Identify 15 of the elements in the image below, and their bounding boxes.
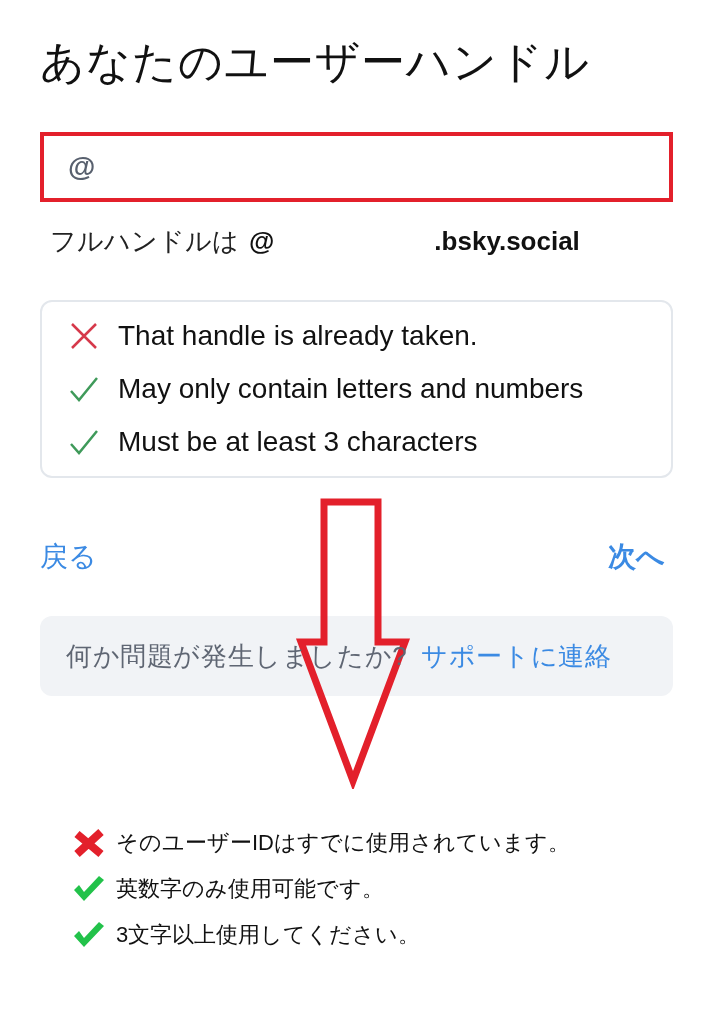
domain-suffix: .bsky.social <box>434 225 580 257</box>
contact-support-link[interactable]: サポートに連絡 <box>421 638 612 674</box>
note-text: そのユーザーIDはすでに使用されています。 <box>116 829 570 857</box>
next-link[interactable]: 次へ <box>608 538 665 576</box>
rule-text: May only contain letters and numbers <box>118 372 584 406</box>
rule-text: Must be at least 3 characters <box>118 425 478 459</box>
rule-text: That handle is already taken. <box>118 319 478 353</box>
full-handle-label: フルハンドルは <box>50 224 239 258</box>
screen-title: あなたのユーザーハンドル <box>40 36 591 88</box>
note-text: 3文字以上使用してください。 <box>116 921 421 949</box>
at-sign: @ <box>249 225 275 257</box>
at-sign-prefix: @ <box>68 151 96 183</box>
back-link[interactable]: 戻る <box>40 538 97 576</box>
handle-input-field[interactable]: @ <box>40 132 673 202</box>
note-text: 英数字のみ使用可能です。 <box>116 875 384 903</box>
